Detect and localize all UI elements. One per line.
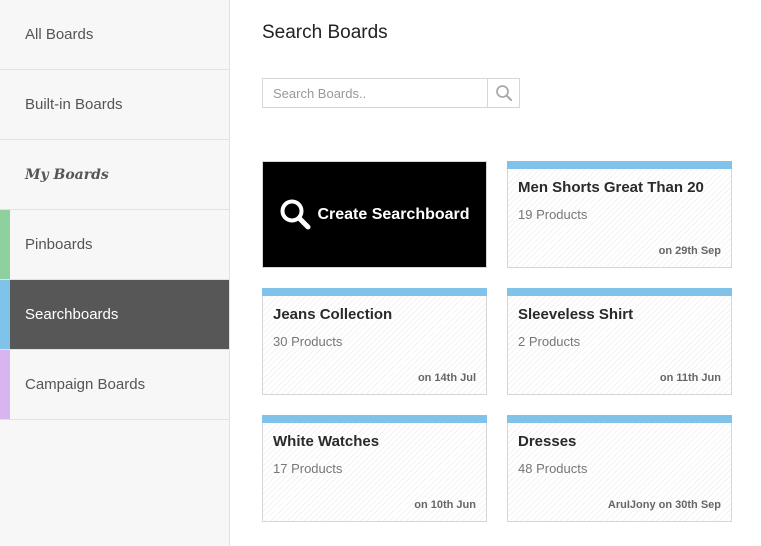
sidebar-item-campaign-boards[interactable]: Campaign Boards [0,350,229,420]
board-product-count: 2 Products [518,334,581,349]
board-date: AruIJony on 30th Sep [607,499,721,511]
board-product-count: 19 Products [518,207,588,222]
board-card[interactable]: Sleeveless Shirt 2 Products on 11th Jun [507,288,732,395]
sidebar-item-searchboards[interactable]: Searchboards [0,280,229,350]
board-name: Sleeveless Shirt [518,306,634,323]
board-product-count: 30 Products [273,334,343,349]
sidebar-heading-label: My Boards [25,166,109,183]
board-product-count: 48 Products [518,461,588,476]
board-date: on 11th Jun [659,372,721,384]
sidebar-item-all-boards[interactable]: All Boards [0,0,229,70]
card-accent-bar [507,288,732,296]
sidebar: All Boards Built-in Boards My Boards Pin… [0,0,230,546]
sidebar-item-label: All Boards [25,26,94,43]
sidebar-item-label: Campaign Boards [25,376,146,393]
board-card[interactable]: Men Shorts Great Than 20 19 Products on … [507,161,732,268]
search-input[interactable] [263,79,487,107]
sidebar-heading-my-boards: My Boards [0,140,229,210]
board-name: White Watches [273,433,380,450]
board-card[interactable]: Dresses 48 Products AruIJony on 30th Sep [507,415,732,522]
card-accent-bar [262,288,487,296]
card-accent-bar [262,415,487,423]
sidebar-item-built-in-boards[interactable]: Built-in Boards [0,70,229,140]
create-searchboard-label: Create Searchboard [317,205,470,223]
board-name: Jeans Collection [273,306,393,323]
create-searchboard-button[interactable]: Create Searchboard [262,161,487,268]
board-date: on 29th Sep [658,245,721,257]
search-bar [262,78,520,108]
board-card[interactable]: White Watches 17 Products on 10th Jun [262,415,487,522]
sidebar-item-label: Pinboards [25,236,93,253]
campaign-boards-color-stripe [0,350,10,419]
search-button[interactable] [487,79,519,107]
main-content: Search Boards Create Searchboard Men Sho… [230,0,761,546]
board-date: on 14th Jul [417,372,476,384]
search-icon [495,85,512,102]
board-name: Men Shorts Great Than 20 [518,179,704,196]
pinboards-color-stripe [0,210,10,279]
sidebar-item-label: Built-in Boards [25,96,123,113]
board-name: Dresses [518,433,577,450]
board-date: on 10th Jun [414,499,476,511]
search-icon [280,199,311,229]
sidebar-item-pinboards[interactable]: Pinboards [0,210,229,280]
board-product-count: 17 Products [273,461,343,476]
sidebar-item-label: Searchboards [25,306,119,323]
searchboards-color-stripe [0,280,10,349]
board-card[interactable]: Jeans Collection 30 Products on 14th Jul [262,288,487,395]
card-accent-bar [507,415,732,423]
page-title: Search Boards [262,22,388,43]
card-accent-bar [507,161,732,169]
